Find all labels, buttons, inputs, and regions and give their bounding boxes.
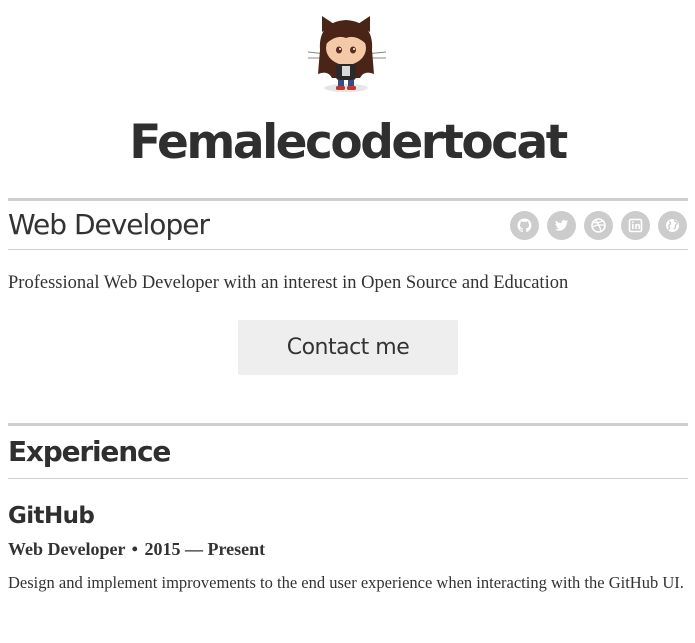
company-name: GitHub [8,503,95,529]
experience-divider-bottom [8,478,688,479]
title-divider-bottom [8,249,688,250]
twitter-icon[interactable] [547,211,576,240]
dribbble-icon[interactable] [584,211,613,240]
role-description: Design and implement improvements to the… [8,573,684,592]
resume-page: Femalecodertocat Web Developer Professio… [0,0,695,643]
role-separator: • [131,539,138,559]
experience-heading: Experience [8,435,171,468]
social-links [510,211,687,240]
job-title: Web Developer [8,208,210,241]
role-title: Web Developer [8,539,126,559]
contact-button[interactable]: Contact me [238,320,458,375]
site-title: Femalecodertocat [129,115,568,170]
github-icon[interactable] [510,211,539,240]
experience-divider-top [8,423,688,426]
role-period: 2015 — Present [144,539,266,559]
title-divider-top [8,198,688,201]
globe-icon[interactable] [658,211,687,240]
role-line: Web Developer • 2015 — Present [8,537,265,561]
profile-summary: Professional Web Developer with an inter… [8,273,569,293]
linkedin-icon[interactable] [621,211,650,240]
femalecodertocat-avatar-icon [307,16,387,92]
